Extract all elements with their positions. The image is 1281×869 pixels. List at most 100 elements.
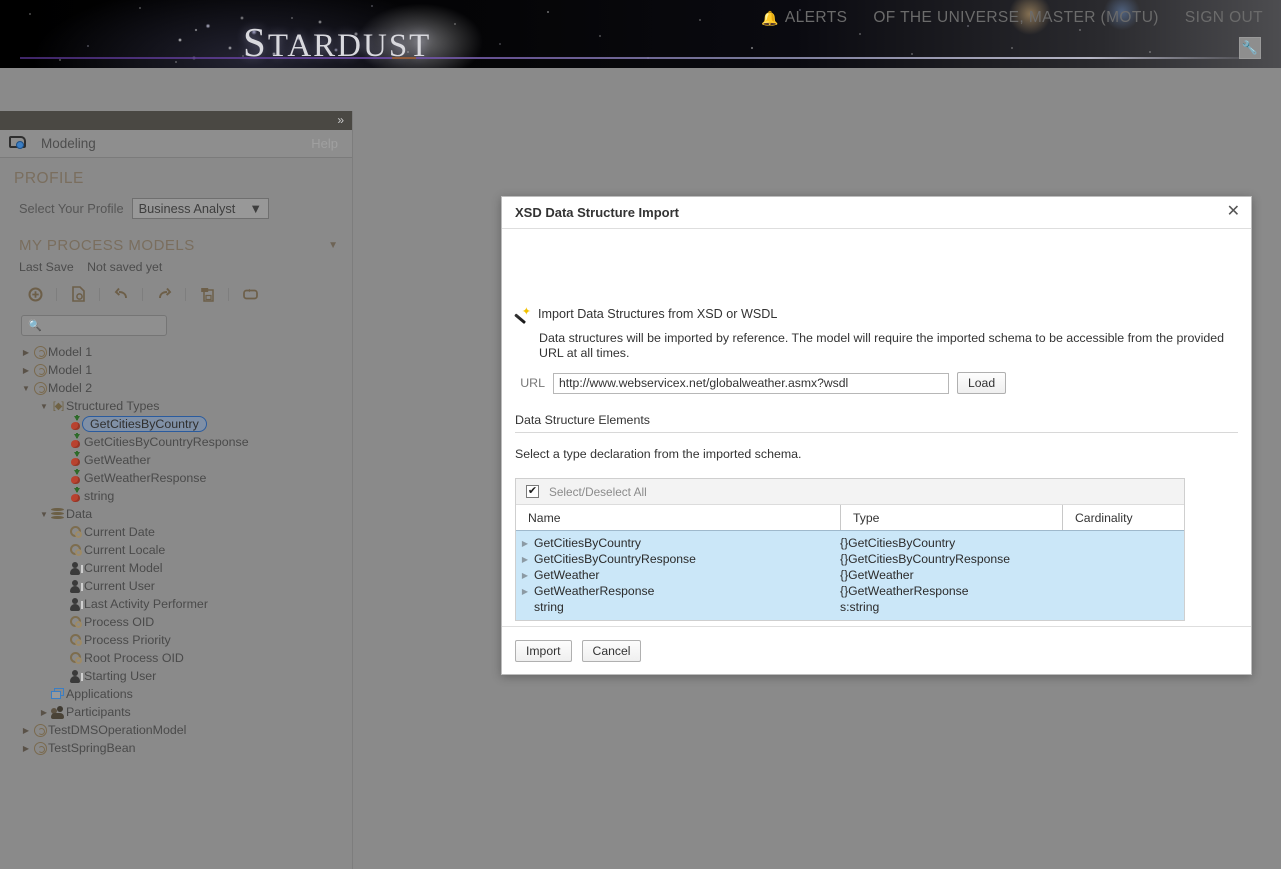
model-icon: [32, 363, 48, 377]
column-header-type[interactable]: Type: [840, 505, 1062, 530]
expand-triangle-icon[interactable]: ▶: [516, 587, 534, 596]
cell-type: {}GetCitiesByCountry: [840, 536, 956, 550]
twisty-icon[interactable]: ▼: [38, 402, 50, 411]
help-link[interactable]: Help: [311, 136, 338, 151]
gear-icon: [68, 543, 84, 557]
dialog-footer: Import Cancel: [502, 626, 1251, 674]
plus-circle-icon[interactable]: [22, 283, 48, 305]
tree-item[interactable]: GetWeather: [0, 451, 352, 469]
search-input[interactable]: [45, 317, 164, 334]
user-menu[interactable]: OF THE UNIVERSE, MASTER (MOTU): [873, 9, 1159, 27]
tree-item-label: Applications: [66, 687, 133, 701]
twisty-icon[interactable]: ▶: [20, 366, 32, 375]
expand-triangle-icon[interactable]: ▶: [516, 539, 534, 548]
tree-item-label: Model 1: [48, 345, 93, 359]
tree-item[interactable]: Starting User: [0, 667, 352, 685]
dialog-body: ✦ Import Data Structures from XSD or WSD…: [502, 229, 1251, 621]
sign-out-link[interactable]: SIGN OUT: [1185, 9, 1263, 27]
tree-item[interactable]: ▶ Model 1: [0, 361, 352, 379]
select-all-checkbox[interactable]: ✔: [526, 485, 539, 498]
applications-icon: [50, 688, 66, 700]
tree-item[interactable]: ▼ Model 2: [0, 379, 352, 397]
wrench-icon[interactable]: 🔧: [1239, 37, 1261, 59]
twisty-icon[interactable]: ▼: [20, 384, 32, 393]
tree-item-label: Current User: [84, 579, 155, 593]
tree-item[interactable]: Root Process OID: [0, 649, 352, 667]
sidebar-tabbar: Modeling Help: [0, 130, 352, 158]
gear-icon: [68, 615, 84, 629]
tree-item[interactable]: Last Activity Performer: [0, 595, 352, 613]
cell-type: {}GetCitiesByCountryResponse: [840, 552, 1011, 566]
chevron-down-icon: ▼: [249, 201, 262, 216]
tree-item[interactable]: Current Date: [0, 523, 352, 541]
profile-section-title: PROFILE: [14, 170, 84, 187]
profile-select[interactable]: Business Analyst ▼: [131, 198, 269, 219]
tree-item-label: Current Locale: [84, 543, 166, 557]
tree-item[interactable]: ▶ TestDMSOperationModel: [0, 721, 352, 739]
undo-arrow-icon[interactable]: [108, 283, 134, 305]
tree-item[interactable]: Current User: [0, 577, 352, 595]
select-all-row[interactable]: ✔ Select/Deselect All: [516, 479, 1184, 505]
tree-item[interactable]: ▶ TestSpringBean: [0, 739, 352, 757]
tree-item-label: Data: [66, 507, 93, 521]
twisty-icon[interactable]: ▶: [20, 744, 32, 753]
table-row[interactable]: ▶ GetCitiesByCountry {}GetCitiesByCountry: [516, 535, 1184, 551]
tab-modeling[interactable]: Modeling: [41, 136, 96, 151]
tree-item[interactable]: ▼ Data: [0, 505, 352, 523]
tree-item[interactable]: ▼ [◆] Structured Types: [0, 397, 352, 415]
tree-item[interactable]: GetWeatherResponse: [0, 469, 352, 487]
document-search-icon[interactable]: [65, 283, 91, 305]
expand-triangle-icon[interactable]: ▶: [516, 555, 534, 564]
cancel-button[interactable]: Cancel: [581, 639, 642, 662]
twisty-icon[interactable]: ▼: [38, 510, 50, 519]
tree-item-label: Last Activity Performer: [84, 597, 208, 611]
search-box[interactable]: 🔍: [21, 315, 167, 336]
dialog-title: XSD Data Structure Import: [515, 205, 679, 220]
twisty-icon[interactable]: ▶: [38, 708, 50, 717]
tree-item-label: Model 1: [48, 363, 93, 377]
toolbar-divider: [56, 287, 57, 301]
tree-item[interactable]: GetCitiesByCountryResponse: [0, 433, 352, 451]
redo-arrow-icon[interactable]: [151, 283, 177, 305]
column-header-cardinality[interactable]: Cardinality: [1062, 505, 1184, 530]
tree-item[interactable]: ▶ Model 1: [0, 343, 352, 361]
user-icon: [68, 597, 84, 611]
table-row[interactable]: ▶ GetCitiesByCountryResponse {}GetCitiesBy…: [516, 551, 1184, 567]
tree-item[interactable]: Process OID: [0, 613, 352, 631]
table-row[interactable]: ▶ GetWeatherResponse {}GetWeatherResponse: [516, 583, 1184, 599]
tree-item[interactable]: ▶ Participants: [0, 703, 352, 721]
type-icon: [68, 451, 84, 467]
table-row[interactable]: ▶ GetWeather {}GetWeather: [516, 567, 1184, 583]
column-header-name[interactable]: Name: [516, 505, 840, 530]
tree-item-label: TestSpringBean: [48, 741, 136, 755]
url-input[interactable]: [553, 372, 949, 394]
load-button[interactable]: Load: [957, 372, 1007, 394]
close-icon[interactable]: ✕: [1227, 204, 1240, 220]
tree-item[interactable]: Applications: [0, 685, 352, 703]
chevron-right-icon[interactable]: »: [337, 113, 344, 127]
model-toolbar: [0, 274, 352, 305]
grid-header-row: Name Type Cardinality: [516, 505, 1184, 531]
sidebar-topbar: »: [0, 111, 352, 130]
magic-wand-icon: ✦: [513, 307, 531, 325]
tree-item[interactable]: Process Priority: [0, 631, 352, 649]
tree-item[interactable]: GetCitiesByCountry: [0, 415, 352, 433]
type-icon: [68, 433, 84, 449]
tree-item[interactable]: Current Locale: [0, 541, 352, 559]
user-icon: [68, 579, 84, 593]
table-row[interactable]: string s:string: [516, 599, 1184, 615]
data-icon: [50, 508, 66, 520]
twisty-icon[interactable]: ▶: [20, 726, 32, 735]
import-button[interactable]: Import: [515, 639, 572, 662]
alerts-link[interactable]: 🔔 ALERTS: [761, 9, 847, 27]
twisty-icon[interactable]: ▶: [20, 348, 32, 357]
participants-icon: [50, 705, 66, 719]
tree-item[interactable]: Current Model: [0, 559, 352, 577]
save-copy-icon[interactable]: [194, 283, 220, 305]
loop-icon[interactable]: [237, 283, 263, 305]
chevron-down-icon[interactable]: ▼: [328, 240, 338, 251]
gear-icon: [68, 525, 84, 539]
type-icon: [68, 469, 84, 485]
expand-triangle-icon[interactable]: ▶: [516, 571, 534, 580]
tree-item[interactable]: string: [0, 487, 352, 505]
